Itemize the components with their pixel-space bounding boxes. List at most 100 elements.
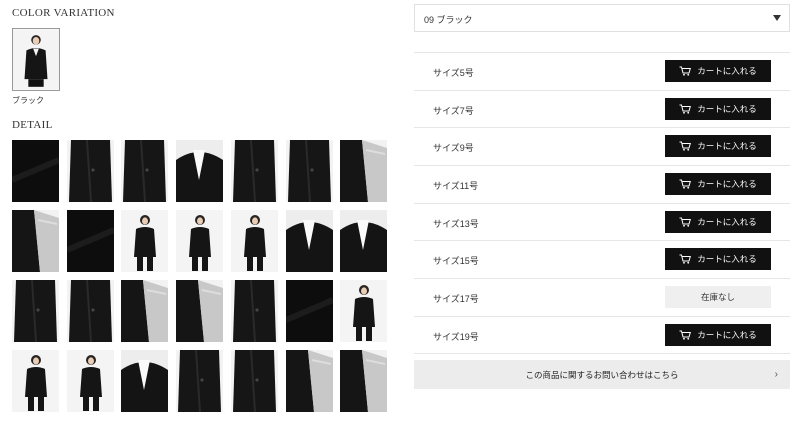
detail-thumbnail[interactable] [121, 140, 168, 202]
cart-icon [679, 217, 692, 227]
size-label: サイズ11号 [433, 181, 479, 192]
add-to-cart-button[interactable]: カートに入れる [665, 60, 771, 82]
size-row: サイズ9号 カートに入れる [414, 127, 790, 165]
sleeve-cuff-detail-icon [12, 280, 59, 342]
model-shirt-collar-icon [121, 350, 168, 412]
lining-left-detail-icon [286, 350, 333, 412]
add-to-cart-label: カートに入れる [697, 216, 757, 227]
cart-icon [679, 66, 692, 76]
jacket-pocket-detail-icon [231, 140, 278, 202]
add-to-cart-label: カートに入れる [697, 141, 757, 152]
add-to-cart-label: カートに入れる [697, 103, 757, 114]
detail-thumbnail[interactable] [121, 210, 168, 272]
detail-thumbnail[interactable] [12, 210, 59, 272]
detail-thumbnail[interactable] [340, 280, 387, 342]
detail-thumbnail[interactable] [67, 350, 114, 412]
size-label: サイズ19号 [433, 331, 479, 342]
purchase-panel: 09 ブラック サイズ5号 カートに入れる サイズ7号 カートに入れる サイズ9号 カート… [400, 0, 800, 428]
fabric-closeup-dark-icon [286, 280, 333, 342]
detail-thumbnail[interactable] [12, 280, 59, 342]
cart-icon [679, 330, 692, 340]
detail-thumbnail[interactable] [340, 210, 387, 272]
lining-grey-detail-icon [121, 280, 168, 342]
cart-icon [679, 104, 692, 114]
detail-thumbnail[interactable] [286, 350, 333, 412]
size-row: サイズ15号 カートに入れる [414, 240, 790, 278]
product-inquiry-button[interactable]: この商品に関するお問い合わせはこちら › [414, 360, 790, 389]
size-row: サイズ13号 カートに入れる [414, 202, 790, 241]
detail-thumbnail[interactable] [340, 350, 387, 412]
size-label: サイズ7号 [433, 105, 474, 116]
model-back-full-icon [176, 210, 223, 272]
add-to-cart-button[interactable]: カートに入れる [665, 173, 771, 196]
detail-thumbnail[interactable] [12, 350, 59, 412]
fabric-pinstripe-black-icon [67, 210, 114, 272]
color-swatch-black[interactable] [12, 28, 60, 91]
add-to-cart-button[interactable]: カートに入れる [665, 248, 771, 271]
jacket-hem-detail-icon [286, 140, 333, 202]
add-to-cart-label: カートに入れる [697, 254, 757, 265]
detail-thumbnail[interactable] [67, 210, 114, 272]
size-label: サイズ5号 [433, 68, 474, 78]
size-label: サイズ13号 [433, 218, 479, 229]
detail-thumbnail[interactable] [121, 280, 168, 342]
color-swatch-label: ブラック [12, 96, 44, 105]
jacket-waist-detail-icon [176, 350, 223, 412]
jacket-back-view-icon [67, 140, 114, 202]
model-side-full-icon [231, 210, 278, 272]
lapel-closeup-icon [340, 210, 387, 272]
chevron-right-icon: › [774, 369, 778, 380]
add-to-cart-button[interactable]: カートに入れる [665, 97, 771, 120]
model-skirt-side-icon [67, 350, 114, 412]
out-of-stock-badge: 在庫なし [665, 286, 771, 309]
size-row: サイズ11号 カートに入れる [414, 165, 790, 203]
jacket-skirt-front-icon [231, 350, 278, 412]
detail-thumbnail[interactable] [176, 140, 223, 202]
jacket-side-view-icon [121, 140, 168, 202]
detail-thumbnail[interactable] [286, 210, 333, 272]
add-to-cart-button[interactable]: カートに入れる [665, 210, 771, 233]
detail-thumbnail[interactable] [176, 210, 223, 272]
model-skirt-full-icon [340, 280, 387, 342]
detail-thumbnail[interactable] [176, 350, 223, 412]
jacket-back-hem-icon [67, 280, 114, 342]
detail-thumbnail[interactable] [231, 350, 278, 412]
add-to-cart-label: カートに入れる [697, 179, 757, 190]
lining-open-side-icon [176, 280, 223, 342]
detail-thumbnail[interactable] [67, 140, 114, 202]
detail-thumbnail[interactable] [121, 350, 168, 412]
color-select-value: 09 ブラック [424, 15, 473, 25]
model-collar-closeup-icon [286, 210, 333, 272]
jacket-lining-inside-icon [12, 210, 59, 272]
add-to-cart-label: カートに入れる [697, 66, 757, 76]
detail-thumbnail[interactable] [12, 140, 59, 202]
chevron-down-icon [773, 15, 781, 21]
add-to-cart-label: カートに入れる [697, 329, 757, 340]
detail-thumbnail[interactable] [286, 140, 333, 202]
add-to-cart-button[interactable]: カートに入れる [665, 323, 771, 346]
size-list: サイズ5号 カートに入れる サイズ7号 カートに入れる サイズ9号 カートに入れる サイズ1… [414, 52, 790, 354]
size-row: サイズ5号 カートに入れる [414, 52, 790, 90]
size-label: サイズ17号 [433, 294, 479, 305]
detail-thumbnail[interactable] [286, 280, 333, 342]
detail-thumbnail[interactable] [231, 210, 278, 272]
size-row: サイズ7号 カートに入れる [414, 89, 790, 128]
add-to-cart-button[interactable]: カートに入れる [665, 135, 771, 158]
detail-thumbnail[interactable] [340, 140, 387, 202]
model-swatch-icon [13, 29, 59, 90]
detail-thumbnail-grid [12, 140, 388, 412]
cart-icon [679, 179, 692, 189]
size-row: サイズ19号 カートに入れる [414, 315, 790, 354]
detail-heading: DETAIL [12, 119, 53, 131]
jacket-front-collar-icon [176, 140, 223, 202]
model-skirt-back-icon [12, 350, 59, 412]
jacket-lining-open-icon [340, 140, 387, 202]
detail-thumbnail[interactable] [176, 280, 223, 342]
size-row: サイズ17号 在庫なし [414, 278, 790, 316]
cart-icon [679, 141, 692, 152]
detail-thumbnail[interactable] [231, 140, 278, 202]
detail-thumbnail[interactable] [67, 280, 114, 342]
color-select[interactable]: 09 ブラック [414, 4, 790, 32]
detail-thumbnail[interactable] [231, 280, 278, 342]
product-images-panel: COLOR VARIATION ブラック DETAIL [0, 0, 400, 428]
